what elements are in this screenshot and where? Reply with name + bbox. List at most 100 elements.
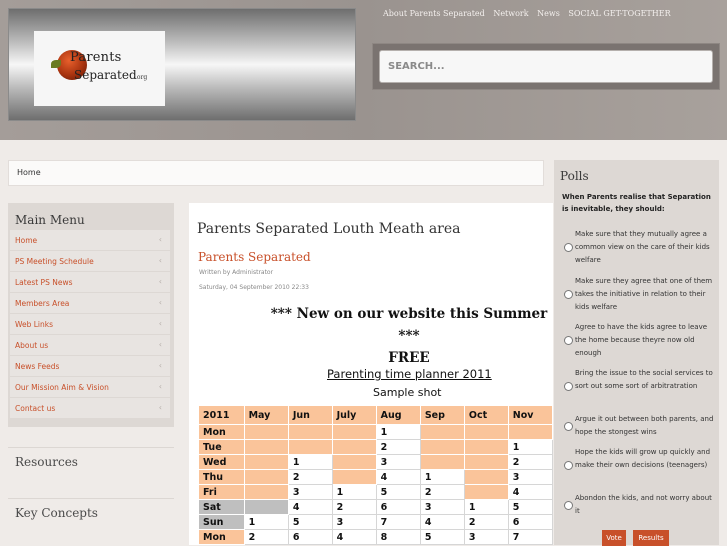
headline-line-1: *** New on our website this Summer *** xyxy=(270,306,548,344)
poll-radio[interactable] xyxy=(564,336,573,345)
menu-item-latest-news[interactable]: Latest PS News ‹ xyxy=(10,272,170,292)
planner-cell: 2 xyxy=(419,484,465,500)
planner-cell xyxy=(287,424,333,440)
planner-month-header: Oct xyxy=(463,405,509,425)
planner-row: Sat 4 2 6 3 1 5 xyxy=(198,499,553,515)
planner-row: Mon 2 6 4 8 5 3 7 xyxy=(198,529,553,545)
article-date: Saturday, 04 September 2010 22:33 xyxy=(199,284,309,291)
planner-cell xyxy=(243,469,289,485)
search-input[interactable] xyxy=(379,50,713,83)
menu-item-meeting-schedule[interactable]: PS Meeting Schedule ‹ xyxy=(10,251,170,271)
planner-cell: 2 xyxy=(507,454,553,470)
article-title[interactable]: Parents Separated xyxy=(198,250,311,264)
planner-cell xyxy=(243,424,289,440)
menu-item-label: Contact us xyxy=(15,404,56,413)
planner-cell xyxy=(507,424,553,440)
planner-row: Tue 2 1 xyxy=(198,439,553,455)
logo[interactable]: Parents Separated .org xyxy=(34,31,165,106)
poll-radio[interactable] xyxy=(564,382,573,391)
planner-cell xyxy=(419,439,465,455)
menu-item-mission[interactable]: Our Mission Aim & Vision ‹ xyxy=(10,377,170,397)
planner-cell xyxy=(331,454,377,470)
logo-leaf-icon xyxy=(51,60,61,68)
poll-radio[interactable] xyxy=(564,501,573,510)
page-title: Parents Separated Louth Meath area xyxy=(197,221,461,237)
menu-item-contact-us[interactable]: Contact us ‹ xyxy=(10,398,170,418)
results-button[interactable]: Results xyxy=(633,530,669,546)
menu-item-members-area[interactable]: Members Area ‹ xyxy=(10,293,170,313)
planner-cell: 8 xyxy=(375,529,421,545)
search-box xyxy=(372,43,720,90)
planner-cell: 2 xyxy=(287,469,333,485)
poll-option-label: Make sure that they mutually agree a com… xyxy=(575,230,710,264)
nav-link-social[interactable]: SOCIAL GET-TOGETHER xyxy=(568,9,670,18)
menu-item-label: Home xyxy=(15,236,38,245)
planner-cell xyxy=(243,484,289,500)
breadcrumb-home[interactable]: Home xyxy=(17,168,41,177)
menu-item-web-links[interactable]: Web Links ‹ xyxy=(10,314,170,334)
planner-month-header: Jun xyxy=(287,405,333,425)
menu-item-label: News Feeds xyxy=(15,362,60,371)
planner-row: Wed 1 3 2 xyxy=(198,454,553,470)
planner-cell: 1 xyxy=(331,484,377,500)
chevron-left-icon: ‹ xyxy=(158,298,162,307)
poll-option-label: Agree to have the kids agree to leave th… xyxy=(575,323,708,357)
menu-item-about-us[interactable]: About us ‹ xyxy=(10,335,170,355)
planner-subtitle: Sample shot xyxy=(373,386,442,399)
planner-cell: 1 xyxy=(507,439,553,455)
main-menu-list: Home ‹ PS Meeting Schedule ‹ Latest PS New… xyxy=(10,230,170,419)
planner-cell: 5 xyxy=(287,514,333,530)
poll-radio[interactable] xyxy=(564,243,573,252)
headline-line-2: FREE xyxy=(388,350,430,366)
planner-cell: 6 xyxy=(287,529,333,545)
planner-row: Thu 2 4 1 3 xyxy=(198,469,553,485)
planner-cell: 5 xyxy=(375,484,421,500)
planner-cell: 3 xyxy=(287,484,333,500)
planner-cell: 6 xyxy=(375,499,421,515)
planner-day-label: Tue xyxy=(198,439,245,455)
planner-cell xyxy=(419,424,465,440)
planner-cell: 1 xyxy=(375,424,421,440)
resources-heading: Resources xyxy=(15,455,78,469)
planner-year: 2011 xyxy=(198,405,245,425)
planner-cell xyxy=(463,424,509,440)
planner-row: Sun 1 5 3 7 4 2 6 xyxy=(198,514,553,530)
chevron-left-icon: ‹ xyxy=(158,277,162,286)
nav-link-about[interactable]: About Parents Separated xyxy=(383,9,485,18)
planner-row: Fri 3 1 5 2 4 xyxy=(198,484,553,500)
menu-item-news-feeds[interactable]: News Feeds ‹ xyxy=(10,356,170,376)
planner-cell: 2 xyxy=(331,499,377,515)
planner-cell: 3 xyxy=(463,529,509,545)
planner-day-label: Mon xyxy=(198,424,245,440)
planner-cell: 3 xyxy=(375,454,421,470)
main-content: Parents Separated Louth Meath area Paren… xyxy=(189,203,553,545)
planner-cell: 2 xyxy=(375,439,421,455)
chevron-left-icon: ‹ xyxy=(158,340,162,349)
poll-radio[interactable] xyxy=(564,461,573,470)
menu-item-label: Latest PS News xyxy=(15,278,73,287)
chevron-left-icon: ‹ xyxy=(158,319,162,328)
planner-day-label: Fri xyxy=(198,484,245,500)
poll-radio[interactable] xyxy=(564,422,573,431)
article-headline: *** New on our website this Summer *** F… xyxy=(259,303,553,369)
planner-day-label: Wed xyxy=(198,454,245,470)
vote-button[interactable]: Vote xyxy=(602,530,626,546)
planner-cell xyxy=(331,469,377,485)
nav-link-news[interactable]: News xyxy=(537,9,560,18)
nav-link-network[interactable]: Network xyxy=(493,9,528,18)
menu-item-home[interactable]: Home ‹ xyxy=(10,230,170,250)
chevron-left-icon: ‹ xyxy=(158,361,162,370)
planner-cell: 1 xyxy=(419,469,465,485)
planner-cell: 3 xyxy=(331,514,377,530)
poll-radio[interactable] xyxy=(564,290,573,299)
planner-table: 2011 May Jun July Aug Sep Oct Nov Mon 1 Tue 2 1 Wed 1 3… xyxy=(198,405,553,545)
planner-title[interactable]: Parenting time planner 2011 xyxy=(327,367,492,381)
chevron-left-icon: ‹ xyxy=(158,382,162,391)
breadcrumb: Home xyxy=(8,160,544,186)
chevron-left-icon: ‹ xyxy=(158,235,162,244)
planner-month-header: Aug xyxy=(375,405,421,425)
menu-item-label: PS Meeting Schedule xyxy=(15,257,94,266)
main-menu: Main Menu Home ‹ PS Meeting Schedule ‹ Lat… xyxy=(8,203,174,427)
planner-cell: 3 xyxy=(419,499,465,515)
planner-cell xyxy=(463,439,509,455)
